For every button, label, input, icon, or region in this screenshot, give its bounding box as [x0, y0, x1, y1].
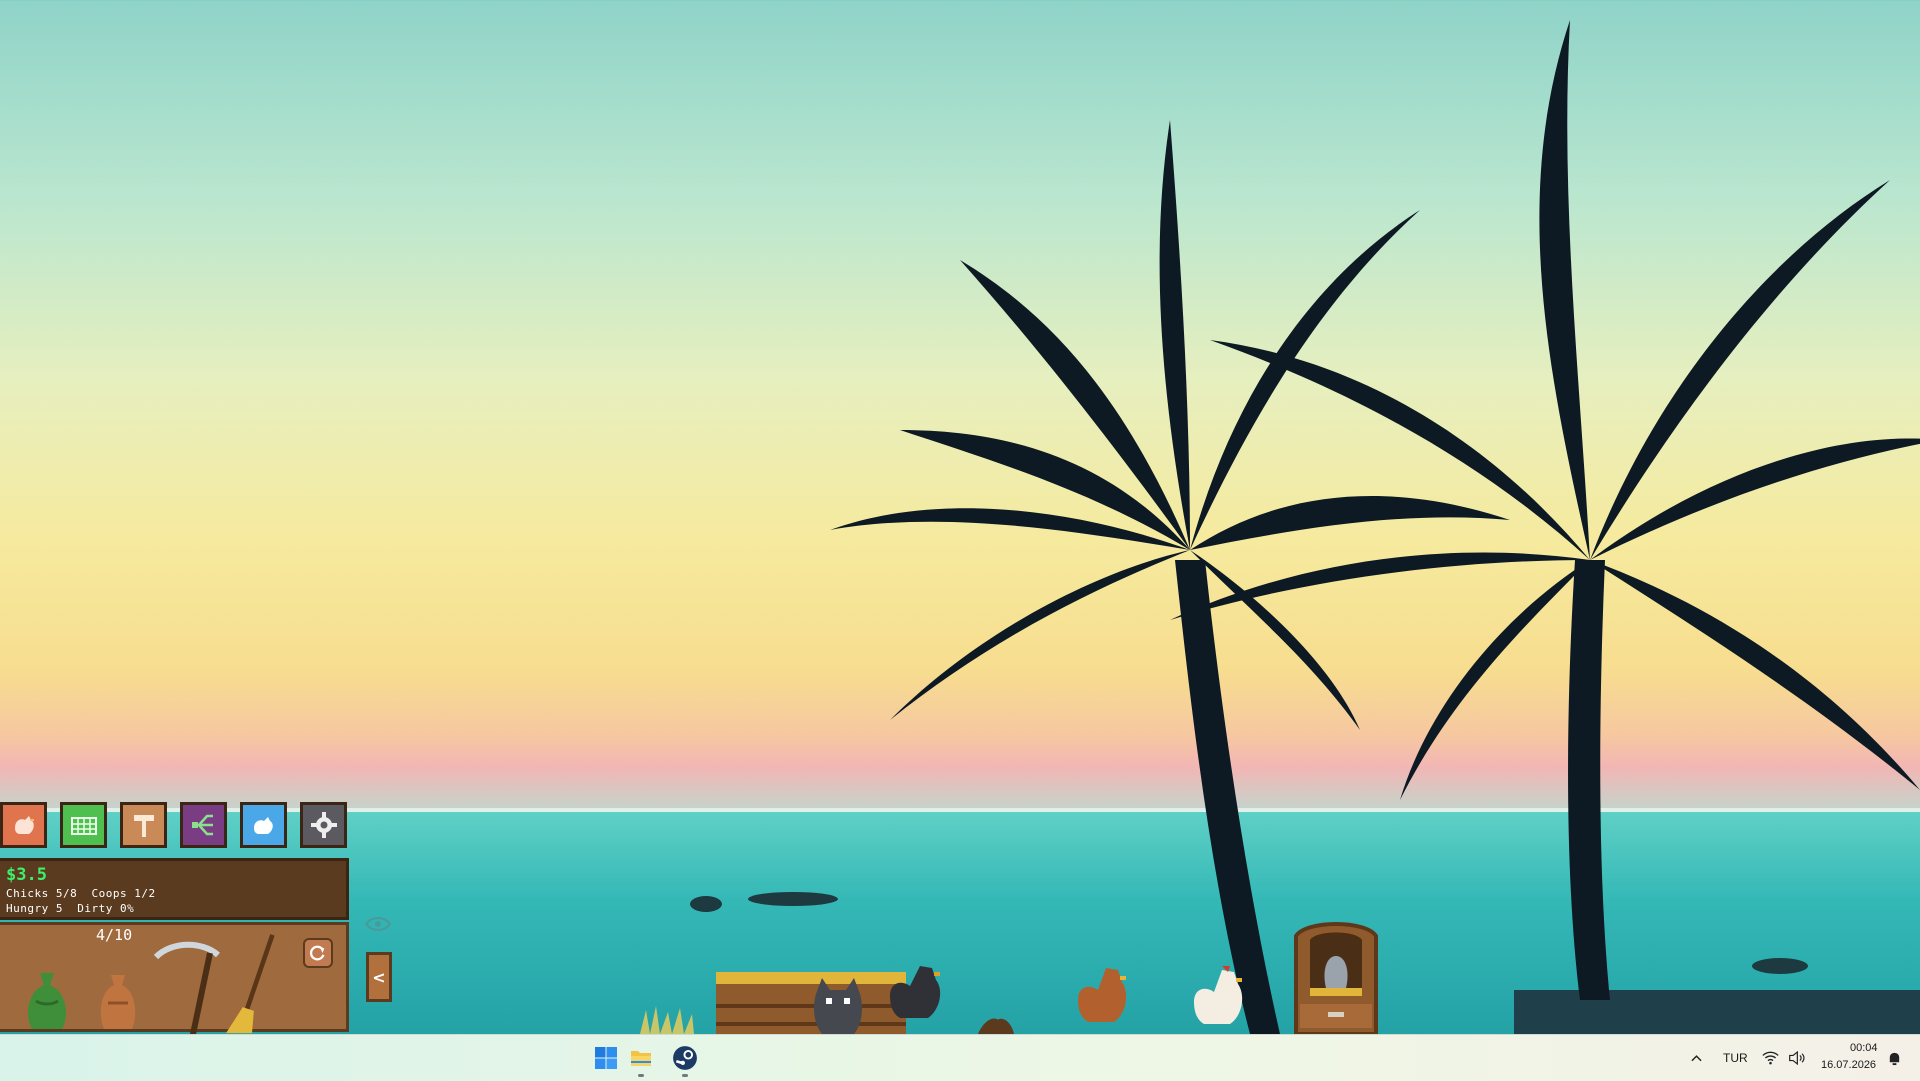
chicken-button[interactable]	[0, 802, 47, 848]
taskbar: TUR 00:04 16.07.2026	[0, 1034, 1920, 1081]
chicken-icon	[14, 816, 34, 834]
upgrade-tree-button[interactable]	[180, 802, 227, 848]
money-display: $3.5	[6, 865, 47, 885]
farm-stats-panel: $3.5 Chicks 5/8 Coops 1/2 Hungry 5 Dirty…	[0, 858, 349, 920]
brown-feed-sack-icon[interactable]	[96, 971, 140, 1031]
gear-icon	[310, 812, 337, 838]
refresh-icon	[309, 945, 325, 961]
file-explorer-button[interactable]	[626, 1043, 656, 1073]
scythe-icon[interactable]	[152, 939, 222, 1039]
settings-button[interactable]	[300, 802, 347, 848]
clock-time[interactable]: 00:04	[1850, 1042, 1878, 1054]
refresh-button[interactable]	[303, 938, 333, 968]
clock-date[interactable]: 16.07.2026	[1821, 1059, 1876, 1071]
rock	[690, 896, 722, 912]
eye-icon[interactable]	[364, 916, 392, 932]
feed-basket-button[interactable]	[60, 802, 107, 848]
basket-icon	[70, 817, 97, 835]
notifications-button[interactable]	[1882, 1043, 1906, 1073]
gray-cat	[814, 978, 862, 1034]
game-toolbar	[0, 802, 347, 848]
tree-icon	[191, 814, 213, 836]
broom-icon[interactable]	[222, 933, 282, 1035]
steam-icon	[673, 1046, 697, 1070]
inventory-panel: 4/10	[0, 922, 349, 1039]
black-chicken	[890, 966, 941, 1018]
bird-icon	[253, 817, 273, 834]
show-hidden-icons-button[interactable]	[1682, 1043, 1710, 1073]
bird-shop-button[interactable]	[240, 802, 287, 848]
bell-icon	[1889, 1052, 1899, 1065]
inventory-count: 4/10	[96, 926, 133, 944]
running-indicator	[682, 1074, 688, 1077]
wifi-icon	[1761, 1051, 1779, 1065]
start-button[interactable]	[591, 1043, 621, 1073]
chevron-up-icon	[1690, 1055, 1702, 1062]
grass-tuft	[640, 1006, 694, 1034]
build-hammer-button[interactable]	[120, 802, 167, 848]
white-chicken	[1194, 966, 1243, 1024]
green-seed-sack-icon[interactable]	[22, 971, 72, 1031]
windows-logo-icon	[595, 1047, 617, 1069]
chicken-coop[interactable]	[1286, 916, 1386, 1034]
dirt-pile	[978, 1018, 1014, 1034]
collapse-panel-button[interactable]: <	[366, 952, 392, 1002]
hammer-icon	[133, 815, 154, 837]
hungry-dirty-status: Hungry 5 Dirty 0%	[6, 902, 135, 915]
brown-chicken	[1078, 968, 1127, 1022]
palm-trees	[830, 20, 1920, 1034]
folder-icon	[631, 1051, 651, 1066]
network-button[interactable]	[1758, 1043, 1782, 1073]
running-indicator	[638, 1074, 644, 1077]
input-language[interactable]: TUR	[1723, 1051, 1748, 1065]
steam-button[interactable]	[670, 1043, 700, 1073]
chevron-left-icon: <	[372, 967, 386, 987]
volume-button[interactable]	[1784, 1043, 1808, 1073]
chicks-coops-status: Chicks 5/8 Coops 1/2	[6, 887, 156, 900]
speaker-icon	[1788, 1051, 1805, 1065]
